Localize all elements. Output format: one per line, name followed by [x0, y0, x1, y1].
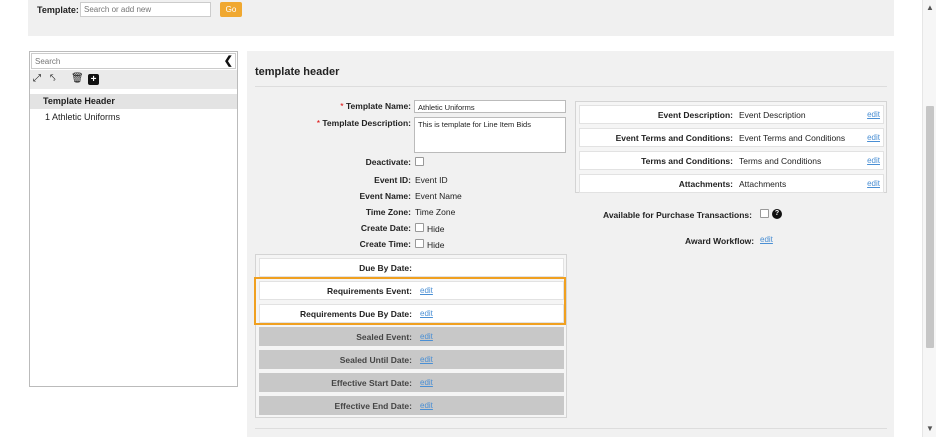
go-button[interactable]: Go: [220, 2, 242, 17]
page-title: template header: [255, 66, 340, 78]
effective-end-date-row[interactable]: Effective End Date: edit: [259, 396, 564, 415]
sealed-event-row[interactable]: Sealed Event: edit: [259, 327, 564, 346]
divider: [255, 428, 887, 429]
event-description-label: Event Description:: [657, 110, 733, 120]
deactivate-label: Deactivate:: [365, 157, 411, 167]
template-header-panel: template header * Template Name: Athleti…: [247, 51, 894, 437]
template-bar: Template: Go: [28, 0, 894, 36]
event-terms-label: Event Terms and Conditions:: [615, 133, 733, 143]
chevron-left-icon[interactable]: ❮: [224, 54, 233, 67]
terms-conditions-value: Terms and Conditions: [739, 156, 822, 166]
template-name-label: * Template Name:: [340, 101, 411, 111]
terms-conditions-row: Terms and Conditions: Terms and Conditio…: [579, 151, 884, 170]
effective-start-date-label: Effective Start Date:: [331, 378, 412, 388]
collapse-icon[interactable]: ⤣: [50, 73, 56, 84]
attachments-label: Attachments:: [678, 179, 733, 189]
time-zone-value: Time Zone: [415, 207, 456, 217]
help-icon[interactable]: ?: [772, 209, 782, 219]
create-time-label: Create Time:: [359, 239, 411, 249]
template-name-field[interactable]: Athletic Uniforms: [414, 100, 566, 113]
scrollbar-thumb[interactable]: [926, 106, 934, 348]
deactivate-checkbox[interactable]: [415, 157, 424, 166]
sealed-event-edit-link[interactable]: edit: [420, 332, 433, 341]
event-description-value: Event Description: [739, 110, 806, 120]
award-workflow-edit-link[interactable]: edit: [760, 235, 773, 244]
effective-end-date-edit-link[interactable]: edit: [420, 401, 433, 410]
page-scrollbar[interactable]: ▲ ▼: [922, 0, 936, 437]
due-by-date-label: Due By Date:: [359, 263, 412, 273]
event-name-label: Event Name:: [359, 191, 412, 201]
create-date-hide-label: Hide: [427, 224, 445, 234]
time-zone-label: Time Zone:: [365, 207, 411, 217]
tree-item-template-header[interactable]: Template Header: [30, 94, 237, 109]
attachments-value: Attachments: [739, 179, 787, 189]
purchase-transactions-label: Available for Purchase Transactions:: [603, 210, 752, 220]
template-description-field[interactable]: This is template for Line Item Bids: [414, 117, 566, 153]
event-id-value: Event ID: [415, 175, 448, 185]
template-description-label: * Template Description:: [316, 118, 411, 128]
award-workflow-label: Award Workflow:: [685, 236, 755, 246]
attachments-row: Attachments: Attachments edit: [579, 174, 884, 193]
sealed-until-date-label: Sealed Until Date:: [339, 355, 412, 365]
expand-icon[interactable]: ⤢: [33, 73, 41, 84]
create-date-hide-checkbox[interactable]: [415, 223, 424, 232]
terms-conditions-label: Terms and Conditions:: [641, 156, 733, 166]
event-terms-edit-link[interactable]: edit: [867, 133, 880, 142]
sealed-event-label: Sealed Event:: [356, 332, 412, 342]
sealed-until-date-edit-link[interactable]: edit: [420, 355, 433, 364]
divider: [255, 86, 887, 87]
add-icon[interactable]: +: [88, 74, 99, 85]
event-name-value: Event Name: [415, 191, 462, 201]
event-description-row: Event Description: Event Description edi…: [579, 105, 884, 124]
template-search-input[interactable]: [80, 2, 211, 17]
event-details-section: Event Description: Event Description edi…: [575, 101, 887, 193]
effective-end-date-label: Effective End Date:: [334, 401, 412, 411]
trash-icon[interactable]: 🗑: [71, 73, 84, 84]
effective-start-date-row[interactable]: Effective Start Date: edit: [259, 373, 564, 392]
attachments-edit-link[interactable]: edit: [867, 179, 880, 188]
tree-item-athletic-uniforms[interactable]: 1 Athletic Uniforms: [45, 112, 120, 122]
tree-toolbar: ⤢ ⤣ 🗑 +: [30, 70, 237, 89]
event-id-label: Event ID:: [374, 175, 411, 185]
scroll-up-icon[interactable]: ▲: [923, 2, 936, 14]
tree-search-input[interactable]: [31, 53, 236, 69]
create-time-hide-label: Hide: [427, 240, 445, 250]
purchase-transactions-checkbox[interactable]: [760, 209, 769, 218]
sealed-until-date-row[interactable]: Sealed Until Date: edit: [259, 350, 564, 369]
requirements-highlight-box: [254, 277, 566, 325]
due-by-date-row[interactable]: Due By Date:: [259, 258, 564, 277]
template-label: Template:: [37, 5, 79, 15]
create-date-label: Create Date:: [360, 223, 411, 233]
create-time-hide-checkbox[interactable]: [415, 239, 424, 248]
event-description-edit-link[interactable]: edit: [867, 110, 880, 119]
template-tree-panel: ❮ ⤢ ⤣ 🗑 + Template Header 1 Athletic Uni…: [29, 51, 238, 387]
terms-conditions-edit-link[interactable]: edit: [867, 156, 880, 165]
effective-start-date-edit-link[interactable]: edit: [420, 378, 433, 387]
event-terms-value: Event Terms and Conditions: [739, 133, 846, 143]
scroll-down-icon[interactable]: ▼: [923, 423, 936, 435]
event-terms-row: Event Terms and Conditions: Event Terms …: [579, 128, 884, 147]
